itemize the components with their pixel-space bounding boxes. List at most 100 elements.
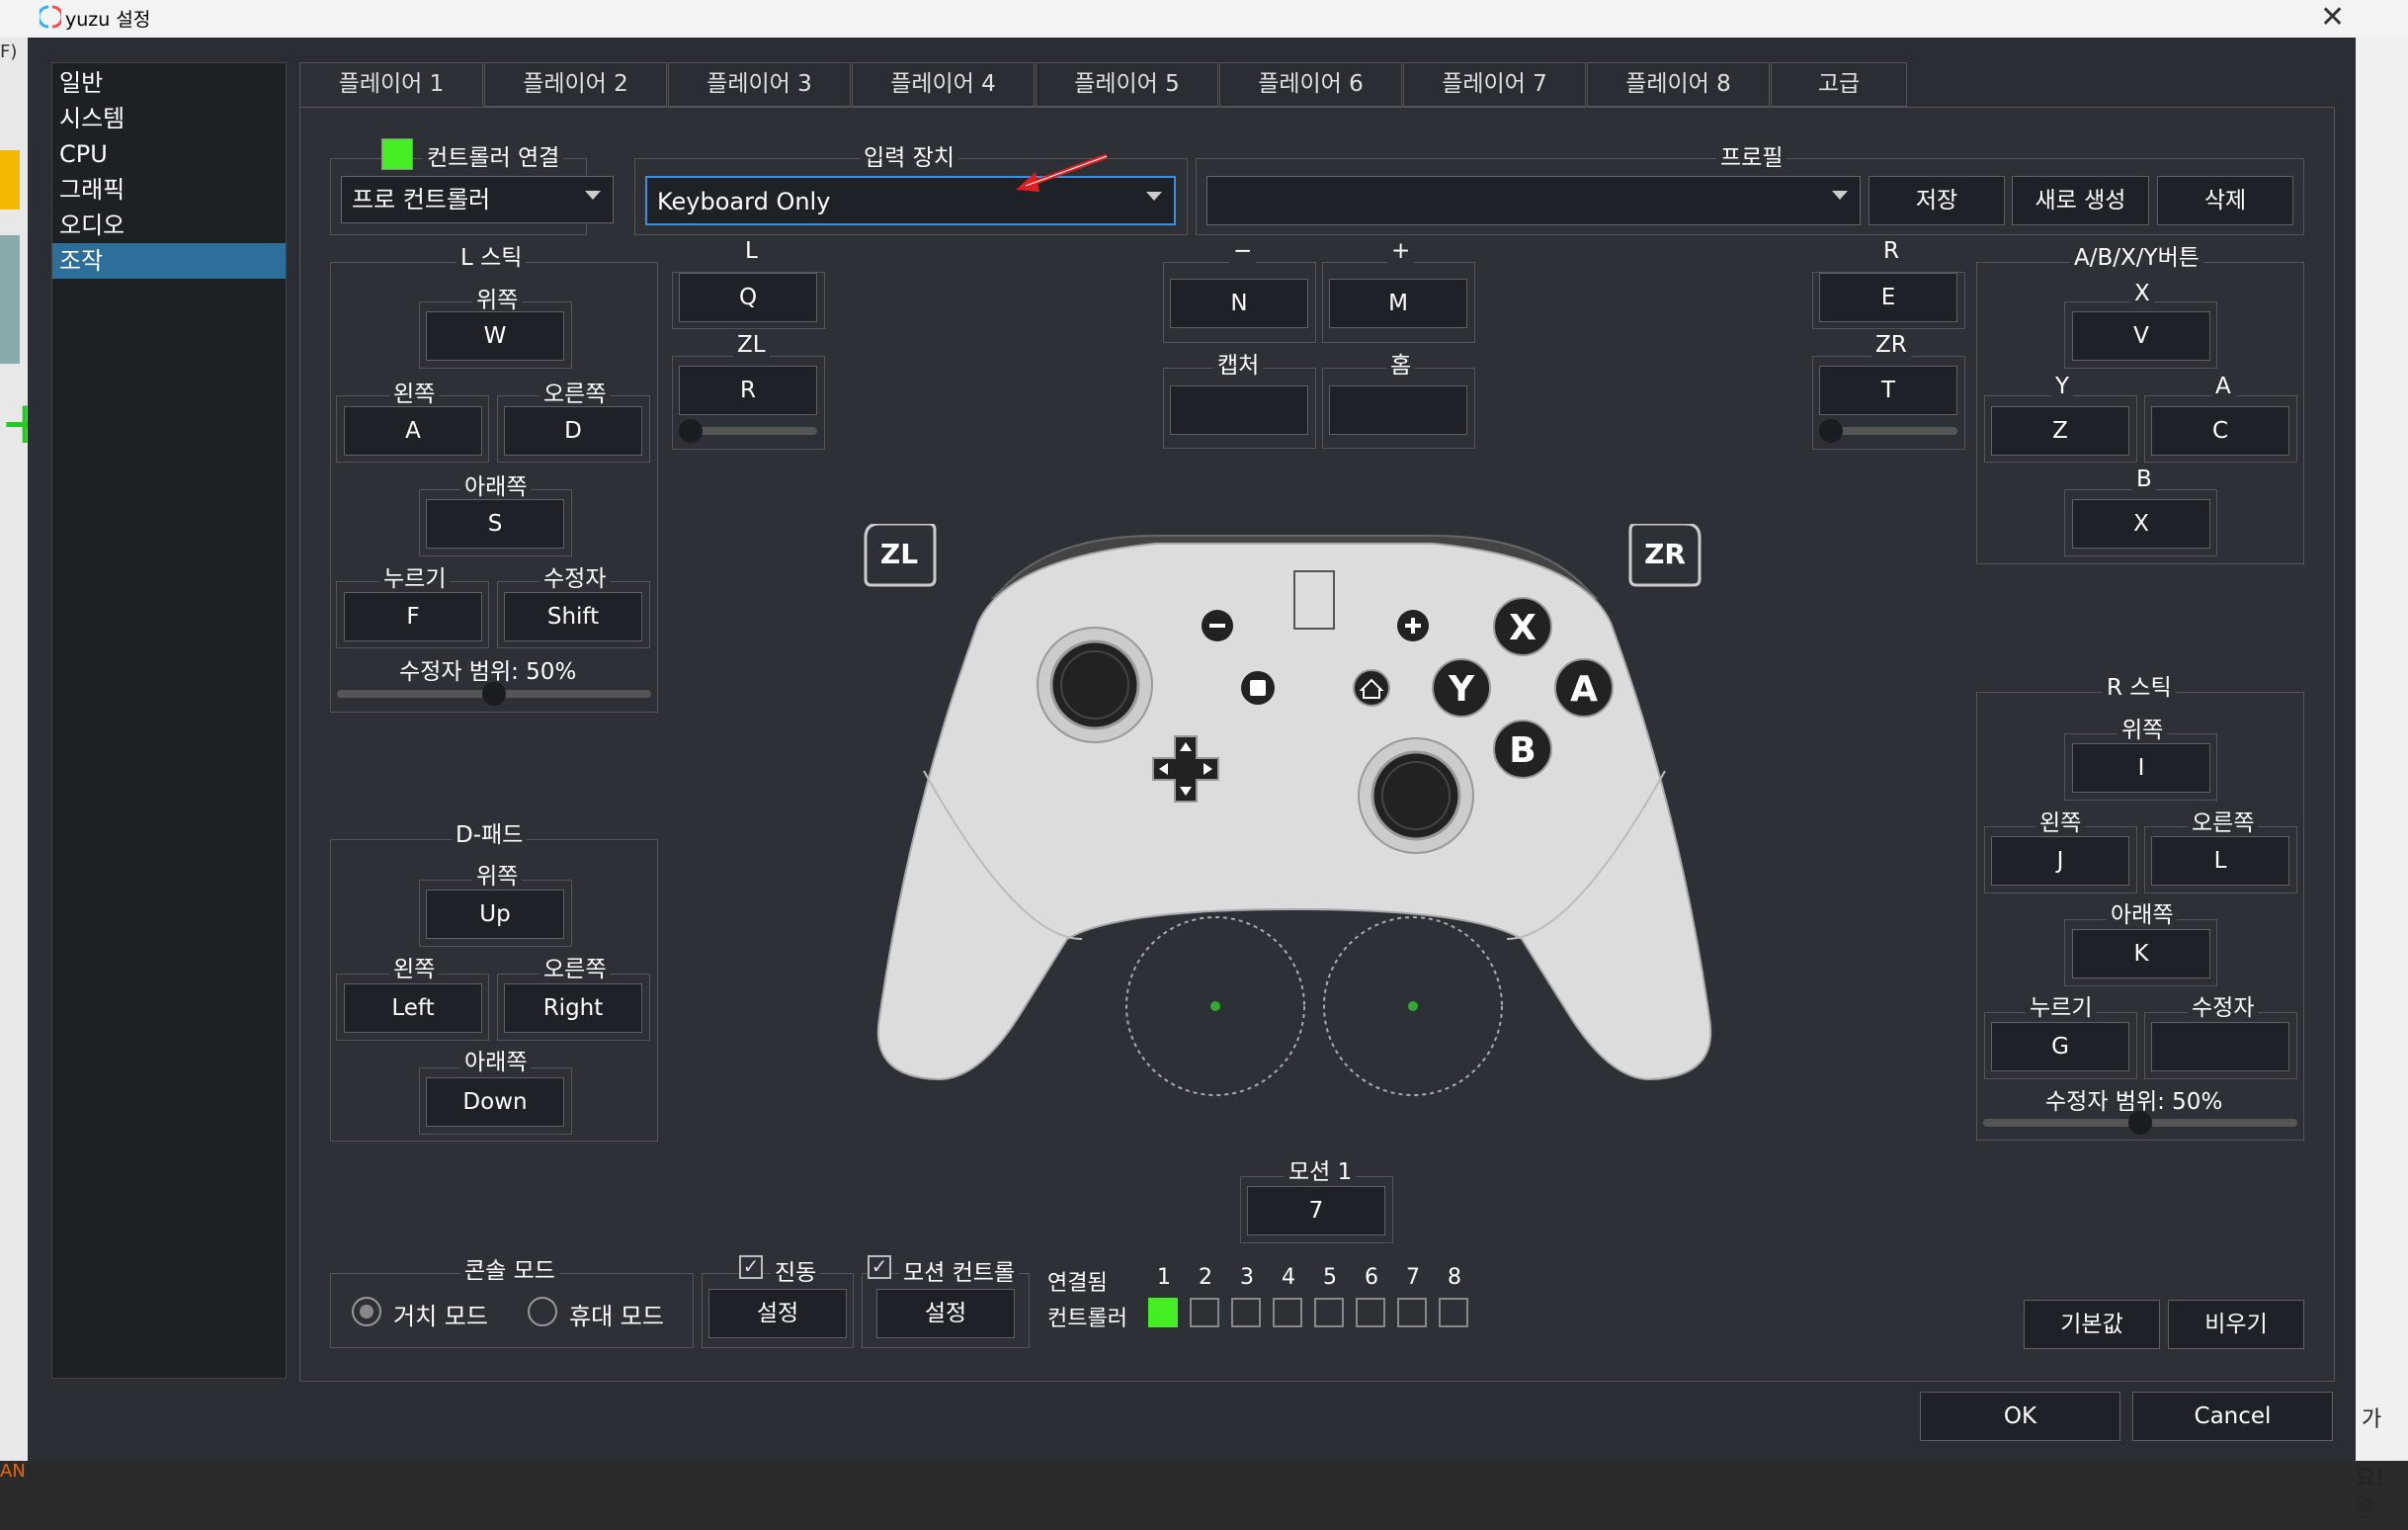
defaults-button[interactable]: 기본값 [2024,1300,2160,1349]
rstick-right-button[interactable]: L [2151,836,2289,886]
dpad-right-label: 오른쪽 [540,950,611,983]
lstick-press-button[interactable]: F [344,592,482,641]
connect-controller-label: 컨트롤러 연결 [423,138,564,172]
clear-button[interactable]: 비우기 [2168,1300,2304,1349]
abxy-a-button[interactable]: C [2151,406,2289,456]
handheld-mode-radio[interactable] [528,1297,557,1326]
red-arrow-annotation [1016,153,1108,192]
lstick-up-button[interactable]: W [426,311,564,361]
tab-player-4[interactable]: 플레이어 4 [852,62,1035,107]
rstick-press-button[interactable]: G [1991,1022,2129,1071]
profile-delete-button[interactable]: 삭제 [2157,176,2293,225]
zl-range-slider[interactable] [679,419,817,443]
zr-button[interactable]: T [1819,366,1957,415]
controller-7-connected-checkbox[interactable] [1397,1298,1427,1327]
minus-label: − [1229,238,1257,264]
rstick-press-label: 누르기 [2026,988,2097,1022]
motion-control-checkbox[interactable]: ✓ [868,1255,891,1279]
plus-button[interactable]: M [1329,279,1467,328]
tab-player-6[interactable]: 플레이어 6 [1219,62,1402,107]
chevron-down-icon [1832,191,1848,200]
controller-number: 8 [1448,1265,1461,1290]
tab-player-7[interactable]: 플레이어 7 [1403,62,1586,107]
a-button-label: A [2211,374,2235,399]
controller-type-select[interactable]: 프로 컨트롤러 [341,176,614,223]
tab-player-5[interactable]: 플레이어 5 [1036,62,1218,107]
rstick-down-button[interactable]: K [2072,929,2210,978]
lstick-modifier-label: 수정자 [540,559,611,593]
connect-controller-checkbox[interactable] [381,138,413,170]
tab-player-2[interactable]: 플레이어 2 [484,62,667,107]
rstick-up-button[interactable]: I [2072,743,2210,793]
motion-1-button[interactable]: 7 [1247,1186,1385,1235]
tab-player-1[interactable]: 플레이어 1 [299,62,483,110]
yuzu-icon [40,5,61,29]
slider-knob[interactable] [482,682,506,706]
rstick-down-label: 아래쪽 [2107,895,2178,929]
lstick-right-button[interactable]: D [504,406,642,456]
vibration-settings-button[interactable]: 설정 [708,1289,847,1338]
sidebar-item-graphics[interactable]: 그래픽 [52,172,286,208]
capture-label: 캡처 [1213,346,1264,380]
controller-6-connected-checkbox[interactable] [1356,1298,1385,1327]
x-button-label: X [2130,281,2154,306]
capture-button[interactable] [1170,385,1308,435]
abxy-x-button[interactable]: V [2072,311,2210,361]
zr-button-label: ZR [1871,332,1911,358]
profile-save-button[interactable]: 저장 [1868,176,2005,225]
sidebar-item-cpu[interactable]: CPU [52,136,286,172]
y-face-text: Y [1448,669,1475,710]
vibration-checkbox[interactable]: ✓ [739,1255,763,1279]
sidebar-item-audio[interactable]: 오디오 [52,208,286,243]
r-button[interactable]: E [1819,273,1957,322]
slider-knob[interactable] [2128,1111,2152,1135]
lstick-range-slider[interactable] [337,682,651,706]
zr-range-slider[interactable] [1819,419,1957,443]
rstick-range-slider[interactable] [1983,1111,2297,1135]
lstick-title: L 스틱 [457,238,527,272]
rstick-modifier-button[interactable] [2151,1022,2289,1071]
tab-player-3[interactable]: 플레이어 3 [668,62,851,107]
sidebar-item-general[interactable]: 일반 [52,65,286,101]
sidebar-item-controls[interactable]: 조작 [52,243,286,279]
dpad-up-button[interactable]: Up [426,890,564,939]
zr-badge: ZR [1628,524,1702,587]
controller-8-connected-checkbox[interactable] [1439,1298,1468,1327]
l-button[interactable]: Q [679,273,817,322]
dpad-left-button[interactable]: Left [344,983,482,1033]
lstick-down-button[interactable]: S [426,499,564,549]
abxy-y-button[interactable]: Z [1991,406,2129,456]
dpad-down-label: 아래쪽 [460,1043,532,1076]
zl-button[interactable]: R [679,366,817,415]
docked-mode-radio[interactable] [352,1297,381,1326]
cancel-button[interactable]: Cancel [2132,1392,2333,1441]
lstick-modifier-button[interactable]: Shift [504,592,642,641]
motion-control-settings-button[interactable]: 설정 [876,1289,1015,1338]
rstick-modifier-label: 수정자 [2188,988,2259,1022]
close-icon[interactable]: ✕ [2320,0,2345,35]
controller-2-connected-checkbox[interactable] [1190,1298,1219,1327]
lstick-left-button[interactable]: A [344,406,482,456]
ok-button[interactable]: OK [1920,1392,2120,1441]
home-button[interactable] [1329,385,1467,435]
controller-5-connected-checkbox[interactable] [1314,1298,1344,1327]
rstick-left-button[interactable]: J [1991,836,2129,886]
controller-type-value: 프로 컨트롤러 [352,186,491,213]
slider-knob[interactable] [679,419,703,443]
minus-button[interactable]: N [1170,279,1308,328]
controller-number: 2 [1199,1265,1212,1290]
sidebar-item-system[interactable]: 시스템 [52,101,286,136]
dpad-down-button[interactable]: Down [426,1077,564,1127]
controller-3-connected-checkbox[interactable] [1231,1298,1261,1327]
controller-1-connected-checkbox[interactable] [1148,1298,1178,1327]
tab-advanced[interactable]: 고급 [1771,62,1907,107]
dpad-right-button[interactable]: Right [504,983,642,1033]
slider-knob[interactable] [1819,419,1843,443]
tab-player-8[interactable]: 플레이어 8 [1587,62,1770,107]
vibration-label: 진동 [771,1253,821,1287]
controller-4-connected-checkbox[interactable] [1273,1298,1302,1327]
profile-select[interactable] [1206,176,1861,225]
abxy-b-button[interactable]: X [2072,499,2210,549]
profile-new-button[interactable]: 새로 생성 [2012,176,2149,225]
controller-number: 1 [1157,1265,1171,1290]
